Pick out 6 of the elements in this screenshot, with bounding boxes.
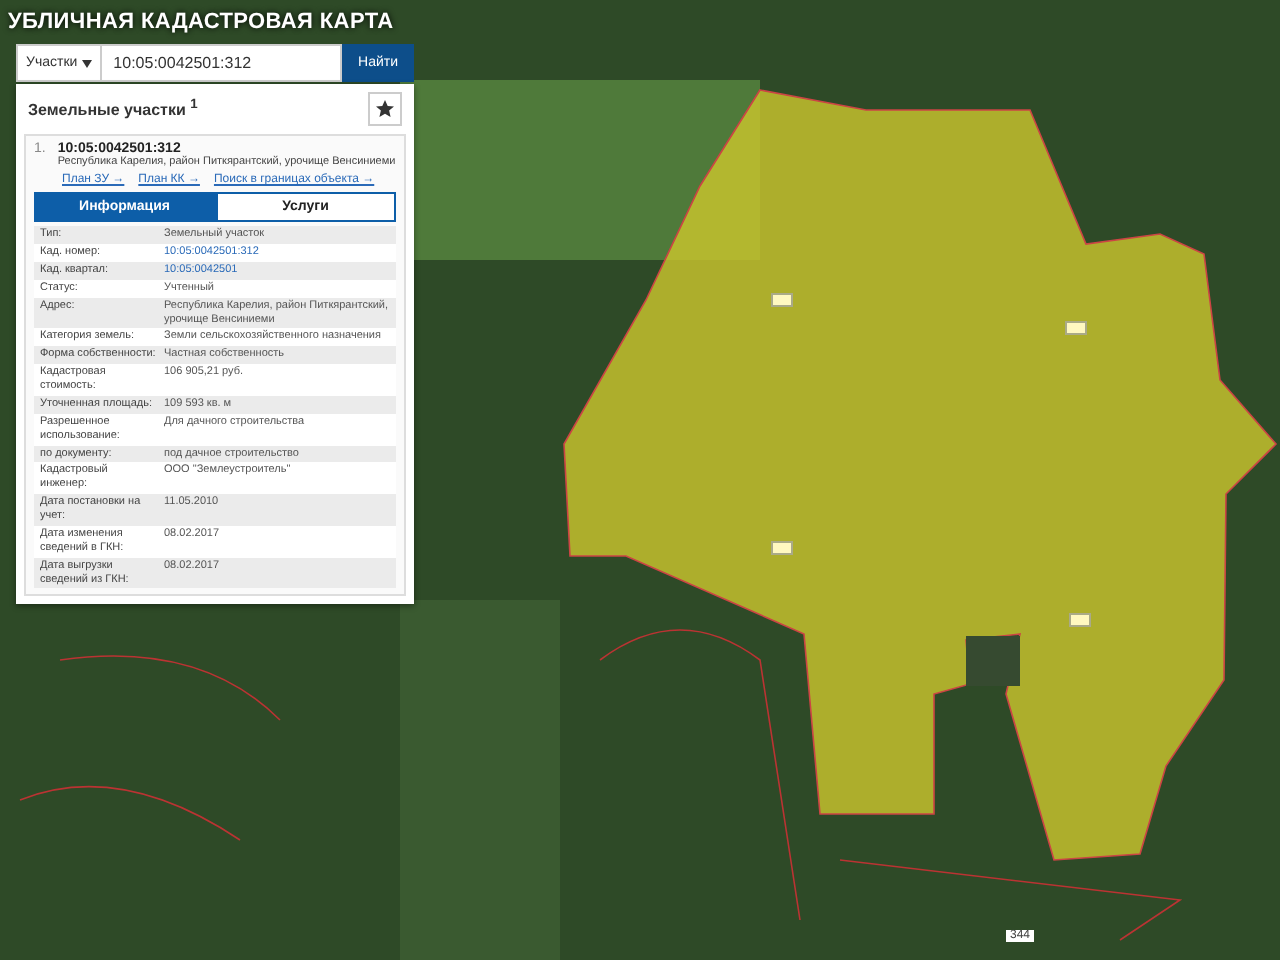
search-field[interactable]: 10:05:0042501:312 — [101, 44, 343, 82]
caret-icon — [81, 59, 92, 67]
star-icon — [376, 100, 394, 118]
section-title: Земельные участки $^{1}$ — [28, 98, 198, 120]
map-title: УБЛИЧНАЯ КАДАСТРОВАЯ КАРТА — [6, 8, 396, 38]
favorite-button[interactable] — [368, 92, 402, 126]
